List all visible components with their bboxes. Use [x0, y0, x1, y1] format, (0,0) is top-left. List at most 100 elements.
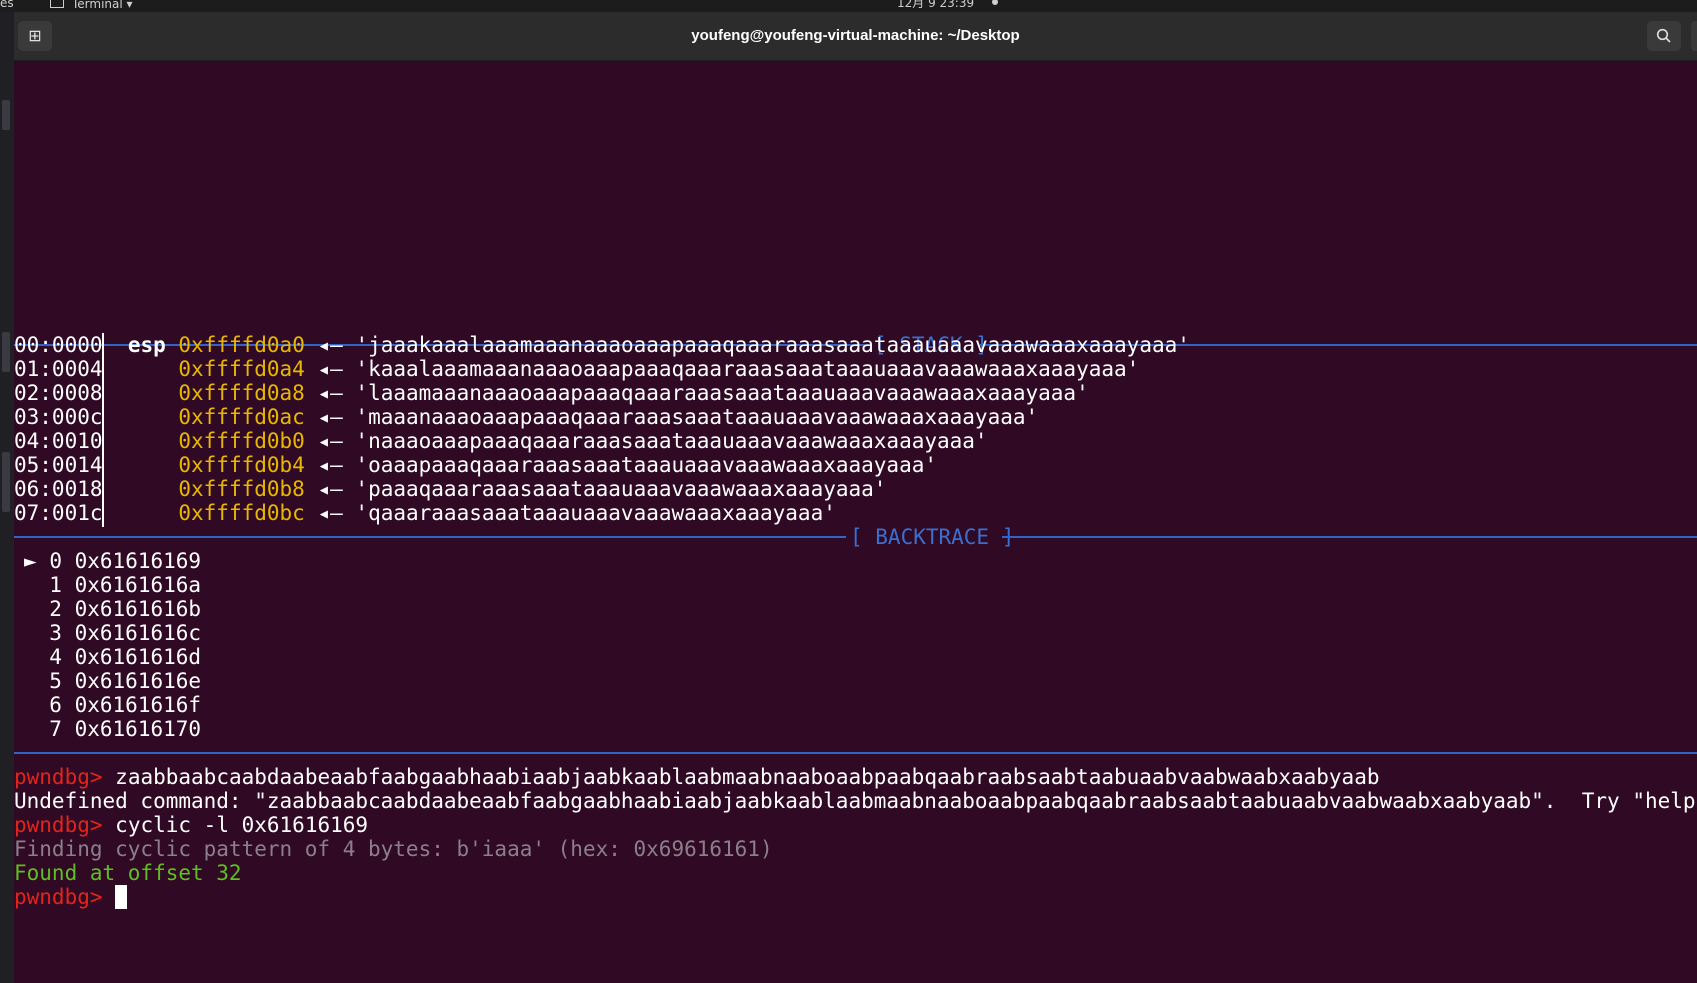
- dock-item[interactable]: [2, 100, 10, 130]
- stack-row: 06:0018 0xffffd0b8 ◂— 'paaaqaaaraaasaaat…: [14, 477, 886, 501]
- search-button[interactable]: [1647, 21, 1681, 51]
- command-line: pwndbg> zaabbaabcaabdaabeaabfaabgaabhaab…: [14, 765, 1379, 789]
- backtrace-frame: 2 0x6161616b: [24, 597, 201, 621]
- cyclic-info-message: Finding cyclic pattern of 4 bytes: b'iaa…: [14, 837, 773, 861]
- activities-label[interactable]: es: [0, 0, 14, 9]
- command-text: zaabbaabcaabdaabeaabfaabgaabhaabiaabjaab…: [115, 765, 1380, 789]
- stack-address: 0xffffd0a8: [178, 381, 305, 405]
- stack-row: 01:0004 0xffffd0a4 ◂— 'kaaalaaamaaanaaao…: [14, 357, 1139, 381]
- section-separator: [14, 752, 1697, 754]
- frame-address: 0x6161616b: [74, 597, 202, 621]
- app-menu-label: Terminal: [72, 0, 123, 11]
- stack-address: 0xffffd0ac: [178, 405, 305, 429]
- cyclic-result-message: Found at offset 32: [14, 861, 242, 885]
- backtrace-header: [ BACKTRACE ]: [850, 525, 1015, 549]
- gdb-prompt: pwndbg>: [14, 813, 103, 837]
- system-top-bar: es Terminal ▾ 12月 9 23:39: [0, 0, 1697, 12]
- stack-address: 0xffffd0b8: [178, 477, 305, 501]
- backtrace-frame: 3 0x6161616c: [24, 621, 201, 645]
- stack-arrow: ◂—: [317, 501, 343, 525]
- command-text: cyclic -l 0x61616169: [115, 813, 369, 837]
- backtrace-separator-right: [1002, 536, 1697, 538]
- frame-index: 1: [49, 573, 62, 597]
- stack-address: 0xffffd0a0: [178, 333, 305, 357]
- current-frame-marker-icon: ►: [24, 549, 37, 573]
- text-cursor[interactable]: [115, 885, 128, 909]
- app-menu[interactable]: Terminal ▾: [50, 0, 133, 11]
- stack-row: 02:0008 0xffffd0a8 ◂— 'laaamaaanaaaoaaap…: [14, 381, 1089, 405]
- stack-row: 04:0010 0xffffd0b0 ◂— 'naaaoaaapaaaqaaar…: [14, 429, 988, 453]
- stack-address: 0xffffd0bc: [178, 501, 305, 525]
- stack-row: 03:000c 0xffffd0ac ◂— 'maaanaaaoaaapaaaq…: [14, 405, 1038, 429]
- terminal-output[interactable]: [ STACK ] 00:0000 esp 0xffffd0a0 ◂— 'jaa…: [14, 61, 1697, 983]
- frame-index: 2: [49, 597, 62, 621]
- stack-offset: 04:0010: [14, 429, 103, 453]
- stack-value: 'qaaaraaasaaataaauaaavaaawaaaxaaayaaa': [355, 501, 836, 525]
- frame-address: 0x6161616c: [74, 621, 202, 645]
- stack-address: 0xffffd0b0: [178, 429, 305, 453]
- frame-index: 4: [49, 645, 62, 669]
- backtrace-frame: 1 0x6161616a: [24, 573, 201, 597]
- stack-address: 0xffffd0a4: [178, 357, 305, 381]
- backtrace-separator-left: [14, 536, 846, 538]
- stack-value: 'kaaalaaamaaanaaaoaaapaaaqaaaraaasaaataa…: [355, 357, 1140, 381]
- backtrace-frame: 5 0x6161616e: [24, 669, 201, 693]
- stack-offset: 03:000c: [14, 405, 103, 429]
- stack-offset: 01:0004: [14, 357, 103, 381]
- backtrace-frame: ► 0 0x61616169: [24, 549, 201, 573]
- stack-value: 'laaamaaanaaaoaaapaaaqaaaraaasaaataaauaa…: [355, 381, 1089, 405]
- stack-value: 'paaaqaaaraaasaaataaauaaavaaawaaaxaaayaa…: [355, 477, 887, 501]
- menu-button[interactable]: [1691, 21, 1697, 51]
- stack-value: 'oaaapaaaqaaaraaasaaataaauaaavaaawaaaxaa…: [355, 453, 938, 477]
- dock-item[interactable]: [2, 452, 10, 512]
- active-command-line[interactable]: pwndbg>: [14, 885, 128, 909]
- stack-offset: 07:001c: [14, 501, 103, 525]
- stack-arrow: ◂—: [317, 477, 343, 501]
- frame-address: 0x6161616d: [74, 645, 202, 669]
- stack-row: 00:0000 esp 0xffffd0a0 ◂— 'jaaakaaalaaam…: [14, 333, 1190, 357]
- terminal-app-icon: [50, 0, 64, 8]
- frame-index: 5: [49, 669, 62, 693]
- frame-index: 3: [49, 621, 62, 645]
- frame-address: 0x61616170: [74, 717, 202, 741]
- stack-register: esp: [127, 333, 166, 357]
- frame-address: 0x6161616f: [74, 693, 202, 717]
- frame-address: 0x6161616a: [74, 573, 202, 597]
- stack-row: 05:0014 0xffffd0b4 ◂— 'oaaapaaaqaaaraaas…: [14, 453, 937, 477]
- stack-address: 0xffffd0b4: [178, 453, 305, 477]
- gdb-prompt: pwndbg>: [14, 765, 103, 789]
- terminal-window: ⊞ youfeng@youfeng-virtual-machine: ~/Des…: [14, 12, 1697, 983]
- frame-address: 0x61616169: [74, 549, 202, 573]
- stack-offset: 02:0008: [14, 381, 103, 405]
- window-title: youfeng@youfeng-virtual-machine: ~/Deskt…: [691, 27, 1020, 44]
- dock-strip: [0, 12, 14, 983]
- stack-value: 'jaaakaaalaaamaaanaaaoaaapaaaqaaaraaasaa…: [355, 333, 1190, 357]
- gdb-prompt: pwndbg>: [14, 885, 103, 909]
- stack-offset: 00:0000: [14, 333, 103, 357]
- backtrace-frame: 7 0x61616170: [24, 717, 201, 741]
- frame-index: 7: [49, 717, 62, 741]
- stack-arrow: ◂—: [317, 357, 343, 381]
- stack-arrow: ◂—: [317, 429, 343, 453]
- backtrace-frame: 4 0x6161616d: [24, 645, 201, 669]
- frame-index: 0: [49, 549, 62, 573]
- backtrace-frame: 6 0x6161616f: [24, 693, 201, 717]
- stack-row: 07:001c 0xffffd0bc ◂— 'qaaaraaasaaataaau…: [14, 501, 836, 525]
- stack-arrow: ◂—: [317, 381, 343, 405]
- stack-arrow: ◂—: [317, 453, 343, 477]
- system-clock[interactable]: 12月 9 23:39: [897, 0, 974, 9]
- error-message: Undefined command: "zaabbaabcaabdaabeaab…: [14, 789, 1697, 813]
- stack-offset: 06:0018: [14, 477, 103, 501]
- stack-arrow: ◂—: [317, 405, 343, 429]
- stack-value: 'maaanaaaoaaapaaaqaaaraaasaaataaauaaavaa…: [355, 405, 1039, 429]
- stack-arrow: ◂—: [317, 333, 343, 357]
- frame-address: 0x6161616e: [74, 669, 202, 693]
- stack-offset: 05:0014: [14, 453, 103, 477]
- window-titlebar: ⊞ youfeng@youfeng-virtual-machine: ~/Des…: [14, 12, 1697, 61]
- notification-dot-icon: [992, 0, 998, 5]
- stack-value: 'naaaoaaapaaaqaaaraaasaaataaauaaavaaawaa…: [355, 429, 988, 453]
- frame-index: 6: [49, 693, 62, 717]
- search-icon: [1656, 28, 1671, 43]
- dock-item[interactable]: [2, 332, 10, 372]
- command-line: pwndbg> cyclic -l 0x61616169: [14, 813, 368, 837]
